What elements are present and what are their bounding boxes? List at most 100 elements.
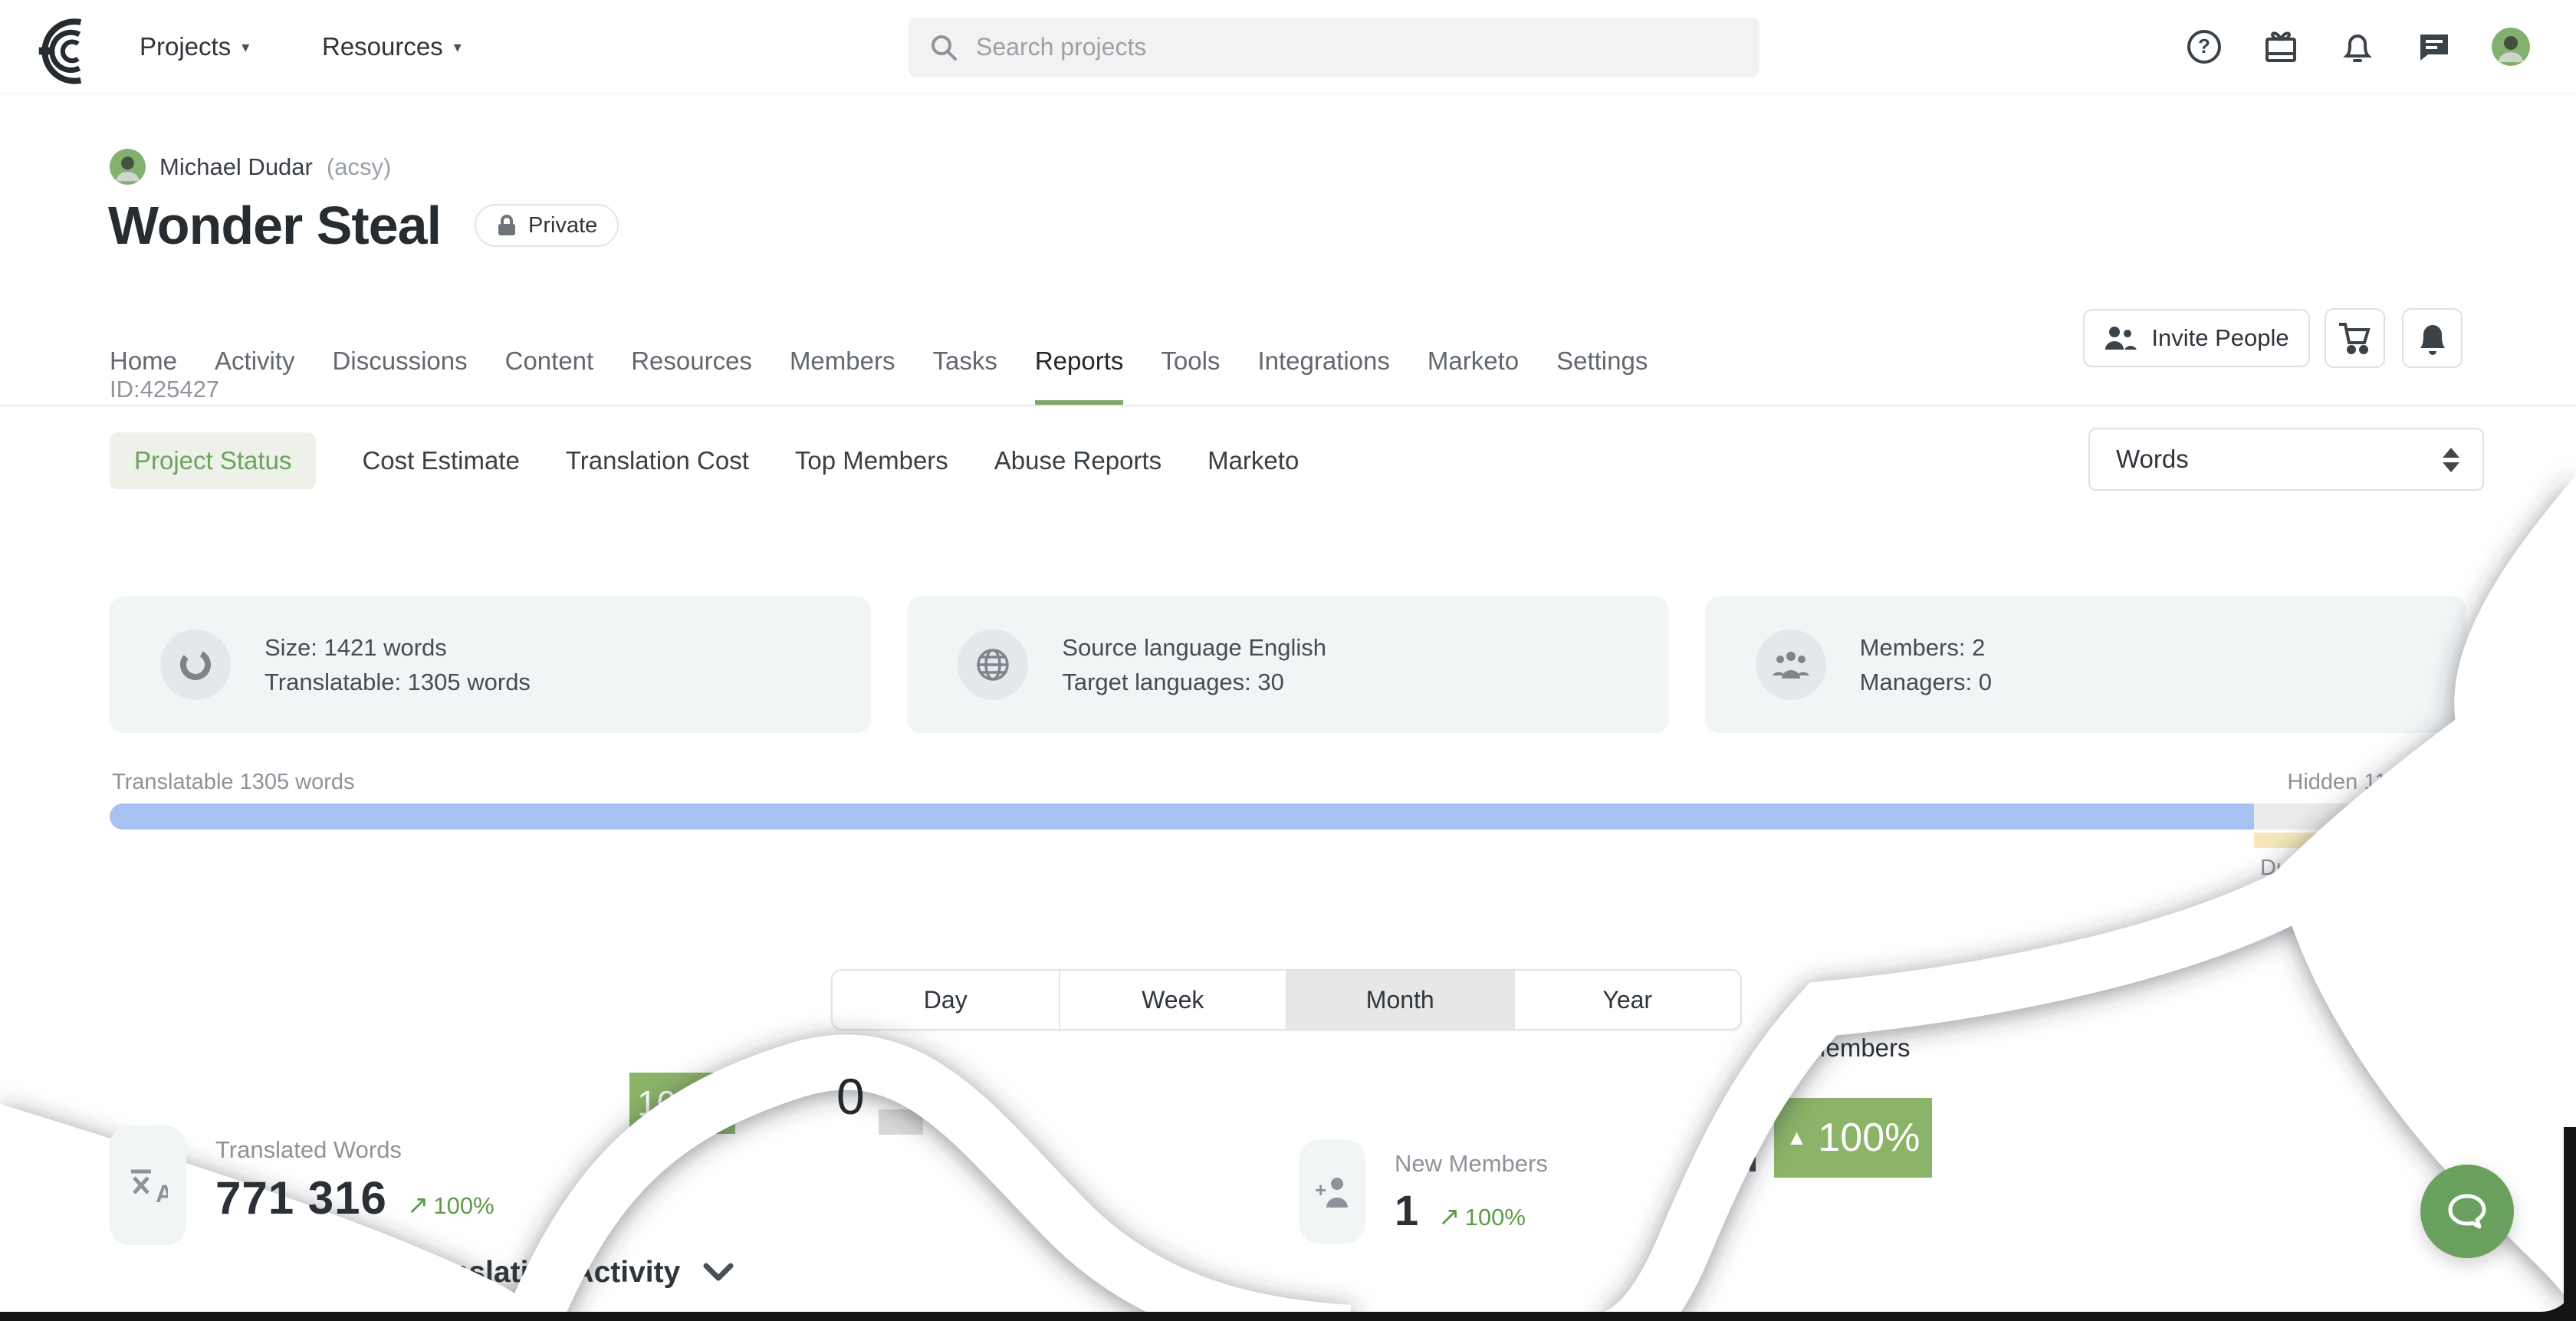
translated-words-label: Translated Words [215, 1136, 495, 1164]
card-languages-line2: Target languages: 30 [1062, 665, 1326, 699]
svg-text:+: + [1315, 1178, 1326, 1201]
period-day[interactable]: Day [833, 971, 1059, 1029]
donut-icon [160, 629, 231, 700]
owner-handle: (acsy) [327, 153, 391, 181]
period-week[interactable]: Week [1059, 971, 1286, 1029]
privacy-badge-label: Private [528, 213, 597, 238]
translated-words-delta: ↗100% [407, 1190, 495, 1221]
translatable-words-label: Translatable 1305 words [112, 770, 355, 795]
activity-heading-label: Translation Activity [406, 1256, 680, 1290]
trend-up-icon: ↗ [1438, 1202, 1460, 1231]
page-title: Wonder Steal [108, 195, 441, 256]
axis-fragment [879, 1109, 923, 1135]
report-subnav: Project Status Cost Estimate Translation… [0, 406, 2576, 521]
delta-badge-right: ▲ 100% [1774, 1098, 1932, 1178]
owner-avatar [110, 149, 146, 185]
card-languages: Source language English Target languages… [907, 596, 1668, 733]
period-toggle: Day Week Month Year [831, 969, 1742, 1030]
support-chat-button[interactable] [2420, 1165, 2514, 1258]
subtab-project-status[interactable]: Project Status [110, 432, 316, 489]
resources-menu[interactable]: Resources ▾ [322, 0, 462, 94]
card-members-line1: Members: 2 [1860, 630, 1992, 665]
resources-menu-label: Resources [322, 32, 443, 61]
topbar-action-icons: ? [2185, 0, 2530, 94]
hidden-words-label: Hidden 116 words [2287, 770, 2465, 795]
delta-badge-right-value: 100% [1818, 1115, 1920, 1161]
words-progress-bar [110, 803, 2466, 830]
projects-menu[interactable]: Projects ▾ [140, 0, 249, 94]
period-month[interactable]: Month [1286, 971, 1513, 1029]
crowdin-logo-icon[interactable] [35, 17, 107, 84]
bell-icon [2339, 28, 2376, 65]
translated-words-stat: A Translated Words 771 316 ↗100% [110, 1125, 495, 1245]
messages-button[interactable] [2415, 28, 2453, 66]
app-window: Projects ▾ Resources ▾ ? [0, 0, 2576, 1312]
tab-members[interactable]: Members [790, 347, 895, 405]
tab-integrations[interactable]: Integrations [1257, 347, 1389, 405]
tab-reports[interactable]: Reports [1035, 347, 1124, 405]
globe-icon [958, 629, 1028, 700]
delta-badge-left-value: 100% [637, 1083, 728, 1124]
triangle-up-icon: ▲ [1786, 1125, 1808, 1150]
translated-words-value: 771 316 [215, 1171, 387, 1224]
card-members-line2: Managers: 0 [1860, 665, 1992, 699]
chevron-down-icon [703, 1263, 734, 1283]
tab-discussions[interactable]: Discussions [333, 347, 468, 405]
tab-home[interactable]: Home [110, 347, 177, 405]
top-navigation-bar: Projects ▾ Resources ▾ ? [0, 0, 2576, 94]
members-header-fragment: Members [1805, 1033, 1911, 1063]
card-size-line2: Translatable: 1305 words [264, 665, 531, 699]
tab-settings[interactable]: Settings [1556, 347, 1648, 405]
user-avatar[interactable] [2492, 28, 2530, 66]
svg-text:A: A [156, 1180, 168, 1205]
stray-zero-value: 0 [836, 1067, 865, 1125]
unit-select[interactable]: Words [2088, 428, 2484, 491]
subtab-cost-estimate[interactable]: Cost Estimate [362, 446, 519, 475]
window-frame-edge [2564, 1127, 2576, 1321]
tab-content[interactable]: Content [505, 347, 594, 405]
help-button[interactable]: ? [2185, 28, 2223, 66]
subtab-translation-cost[interactable]: Translation Cost [566, 446, 749, 475]
projects-menu-label: Projects [140, 32, 231, 61]
tab-activity[interactable]: Activity [215, 347, 295, 405]
project-owner[interactable]: Michael Dudar (acsy) [110, 149, 391, 185]
subtab-marketo[interactable]: Marketo [1208, 446, 1299, 475]
tab-tools[interactable]: Tools [1161, 347, 1220, 405]
new-members-stat: + New Members 1 ↗100% [1300, 1139, 1548, 1244]
translate-icon: A [110, 1125, 186, 1245]
search-bar[interactable] [909, 18, 1760, 77]
tab-resources[interactable]: Resources [631, 347, 752, 405]
translated-words-delta-value: 100% [433, 1192, 494, 1219]
search-icon [928, 32, 959, 63]
tab-marketo[interactable]: Marketo [1428, 347, 1519, 405]
duplicates-label: Duplicates 1 [2260, 856, 2383, 881]
activity-section-heading[interactable]: Translation Activity [406, 1256, 734, 1290]
new-members-label: New Members [1395, 1150, 1548, 1178]
new-members-delta: ↗100% [1438, 1201, 1526, 1232]
new-members-value: 1 [1395, 1185, 1418, 1235]
owner-name: Michael Dudar [159, 153, 313, 181]
subtab-top-members[interactable]: Top Members [795, 446, 948, 475]
search-input[interactable] [976, 33, 1666, 61]
person-add-icon: + [1300, 1139, 1365, 1244]
help-icon: ? [2186, 28, 2223, 65]
card-languages-line1: Source language English [1062, 630, 1326, 665]
period-year[interactable]: Year [1513, 971, 1741, 1029]
tab-tasks[interactable]: Tasks [932, 347, 997, 405]
unit-select-value: Words [2116, 445, 2189, 474]
caret-down-icon: ▾ [454, 38, 462, 57]
translatable-segment [110, 803, 2254, 830]
gift-icon [2262, 28, 2299, 65]
new-members-delta-value: 100% [1465, 1204, 1526, 1231]
duplicates-segment [2254, 833, 2410, 848]
notifications-button[interactable] [2338, 28, 2377, 66]
chat-icon [2416, 28, 2453, 65]
delta-badge-left: 100% [629, 1073, 735, 1134]
subtab-abuse-reports[interactable]: Abuse Reports [994, 446, 1162, 475]
card-size: Size: 1421 words Translatable: 1305 word… [110, 596, 871, 733]
people-icon [1756, 629, 1826, 700]
gift-button[interactable] [2262, 28, 2300, 66]
card-size-line1: Size: 1421 words [264, 630, 531, 665]
project-tabs: Home Activity Discussions Content Resour… [0, 347, 2576, 406]
summary-cards: Size: 1421 words Translatable: 1305 word… [110, 596, 2466, 733]
